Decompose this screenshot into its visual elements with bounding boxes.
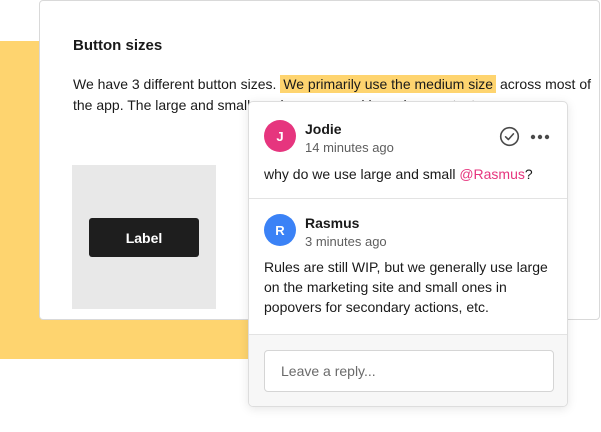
comment-text: Rules are still WIP, but we generally us… (264, 259, 548, 315)
reply-area (249, 335, 567, 406)
comment-text-end: ? (524, 166, 533, 182)
comment-text: why do we use large and small @Rasmus? (264, 164, 559, 184)
avatar: J (264, 120, 296, 152)
highlighted-text[interactable]: We primarily use the medium size (280, 75, 497, 93)
label-button[interactable]: Label (89, 218, 199, 257)
comment-item: R Rasmus 3 minutes ago Rules are still W… (249, 199, 567, 335)
check-circle-icon[interactable] (499, 126, 520, 147)
reply-input[interactable] (264, 350, 554, 392)
comment-item: J Jodie 14 minutes ago why do we use lar… (249, 102, 567, 199)
comment-author: Jodie (305, 121, 342, 137)
comment-timestamp: 14 minutes ago (305, 140, 394, 155)
comment-thread-panel: J Jodie 14 minutes ago why do we use lar… (248, 101, 568, 407)
comment-text-start: why do we use large and small (264, 166, 460, 182)
more-horizontal-icon[interactable] (530, 134, 550, 140)
button-preview-box: Label (72, 165, 216, 309)
comment-timestamp: 3 minutes ago (305, 234, 387, 249)
mention-link[interactable]: @Rasmus (459, 166, 525, 182)
document-title: Button sizes (73, 37, 163, 54)
comment-author: Rasmus (305, 215, 360, 231)
avatar: R (264, 214, 296, 246)
body-text-start: We have 3 different button sizes. (73, 76, 281, 92)
